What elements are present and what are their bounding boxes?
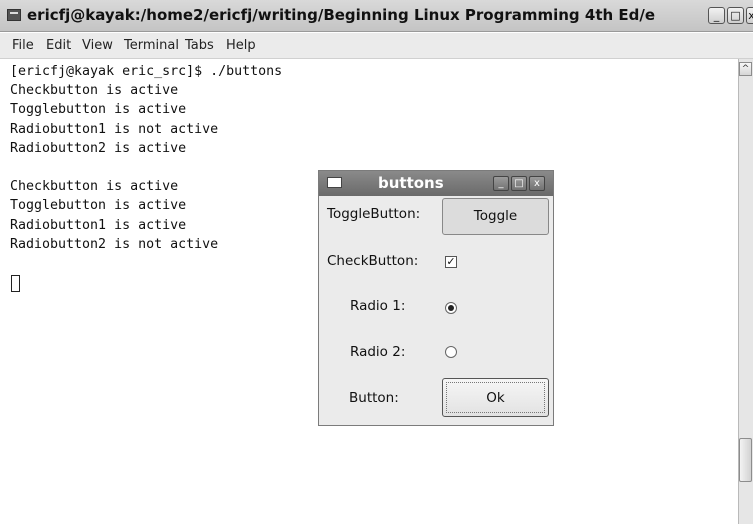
check-button-checkbox[interactable]: ✓ [445, 256, 457, 268]
dialog-close-button[interactable]: x [529, 176, 545, 191]
scroll-up-arrow-icon[interactable]: ^ [739, 62, 752, 76]
radio-selected-dot [448, 305, 454, 311]
dialog-title: buttons [378, 174, 444, 192]
menu-help[interactable]: Help [226, 38, 256, 53]
menu-edit[interactable]: Edit [46, 38, 71, 53]
check-button-label: CheckButton: [327, 253, 419, 269]
terminal-window-title: ericfj@kayak:/home2/ericfj/writing/Begin… [27, 6, 656, 24]
dialog-minimize-button[interactable]: _ [493, 176, 509, 191]
toggle-button-label: ToggleButton: [327, 206, 421, 222]
menu-tabs[interactable]: Tabs [185, 38, 214, 53]
close-button[interactable]: x [746, 7, 753, 24]
radio2-label: Radio 2: [350, 344, 406, 360]
radio1-button[interactable] [445, 302, 457, 314]
ok-button-label: Ok [446, 382, 545, 413]
ok-button[interactable]: Ok [442, 378, 549, 417]
minimize-button[interactable]: _ [708, 7, 725, 24]
maximize-button[interactable]: □ [727, 7, 744, 24]
terminal-cursor [11, 275, 20, 292]
radio1-label: Radio 1: [350, 298, 406, 314]
terminal-output: [ericfj@kayak eric_src]$ ./buttons Check… [10, 64, 283, 252]
dialog-maximize-button[interactable]: □ [511, 176, 527, 191]
terminal-menubar: File Edit View Terminal Tabs Help [0, 33, 753, 59]
terminal-app-icon [7, 9, 21, 21]
toggle-button[interactable]: Toggle [442, 198, 549, 235]
radio2-button[interactable] [445, 346, 457, 358]
scrollbar-thumb[interactable] [739, 438, 752, 482]
dialog-window-icon [327, 177, 342, 188]
menu-view[interactable]: View [82, 38, 113, 53]
menu-terminal[interactable]: Terminal [124, 38, 179, 53]
button-label: Button: [349, 390, 399, 406]
menu-file[interactable]: File [12, 38, 34, 53]
